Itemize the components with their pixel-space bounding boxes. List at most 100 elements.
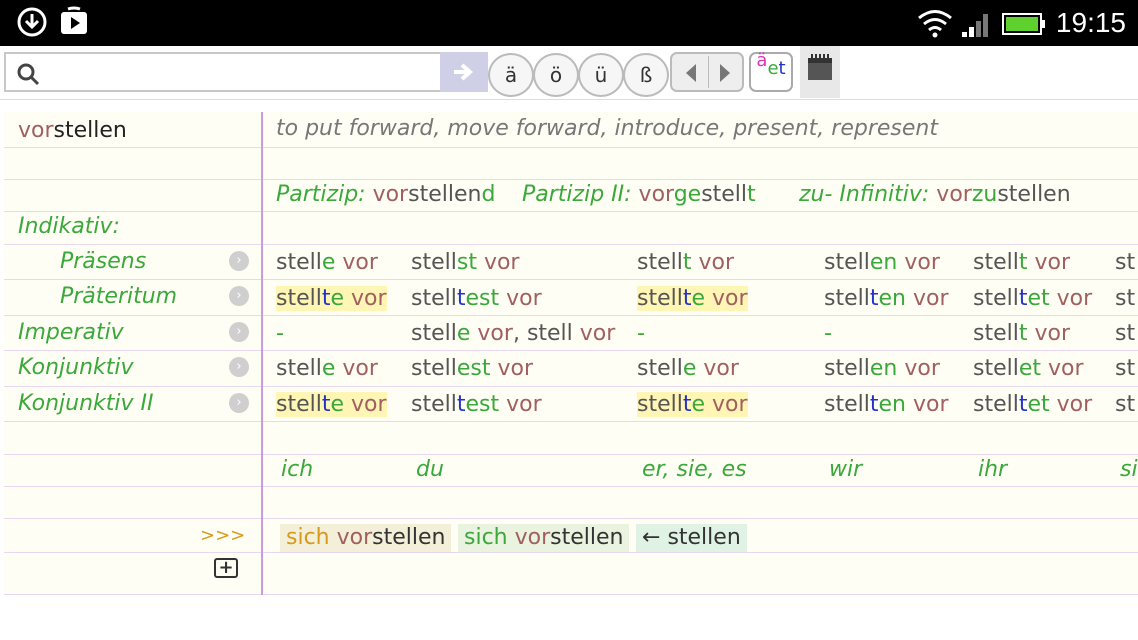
konjunktiv2-ich: stellte vor: [276, 392, 387, 417]
insert-a-umlaut-button[interactable]: ä: [488, 53, 534, 97]
related-stem: stellen: [372, 525, 446, 550]
search-input[interactable]: [46, 58, 436, 86]
calendar-icon: [808, 54, 832, 80]
add-button[interactable]: +: [214, 558, 238, 578]
conjugation-table: vorstellen to put forward, move forward,…: [4, 112, 1138, 595]
form-t: t: [869, 392, 879, 417]
headword: vorstellen: [18, 118, 127, 143]
partizip-stem: stellen: [408, 182, 482, 207]
pronoun-er-sie-es: er, sie, es: [642, 457, 747, 482]
row-spacer-3: [4, 487, 1138, 519]
expand-praesens-icon[interactable]: ›: [229, 251, 249, 271]
search-icon: [17, 63, 40, 86]
form-stem: stell: [824, 286, 870, 311]
form-stem: stell: [824, 392, 870, 417]
search-go-button[interactable]: [440, 52, 488, 92]
praesens-ich: stelle vor: [276, 250, 378, 275]
form-prefix: vor: [335, 250, 378, 275]
konjunktiv2-du: stelltest vor: [411, 392, 542, 417]
partizip: Partizip: vorstellend: [276, 182, 495, 207]
color-btn-e: e: [767, 58, 779, 79]
expand-konjunktiv2-icon[interactable]: ›: [229, 393, 249, 413]
color-coding-toggle[interactable]: äet: [749, 50, 793, 92]
related-base-verb[interactable]: ← stellen: [636, 524, 747, 552]
partizip-2-stem: stell: [701, 182, 748, 207]
battery-icon: [1002, 13, 1045, 35]
form-ending: et: [1027, 392, 1050, 417]
form-stem: stell: [637, 356, 683, 381]
partizip-2-ge: ge: [673, 182, 702, 207]
form-ending: est: [456, 356, 491, 381]
form-prefix: vor: [691, 250, 735, 275]
form-ending: st: [456, 250, 477, 275]
status-bar: 19:15: [0, 0, 1138, 46]
form-prefix: vor: [897, 356, 940, 381]
label-konjunktiv: Konjunktiv: [18, 355, 134, 380]
more-link[interactable]: >>>: [200, 525, 245, 546]
form-ending: est: [465, 392, 500, 417]
form-t: t: [682, 286, 692, 311]
forward-icon[interactable]: [716, 62, 734, 84]
form-t: t: [682, 392, 692, 417]
insert-eszett-button[interactable]: ß: [623, 53, 669, 97]
form-stem-2: stell: [526, 321, 573, 346]
insert-o-umlaut-button[interactable]: ö: [533, 53, 579, 97]
praeteritum-er: stellte vor: [637, 286, 748, 311]
form-ending: e: [682, 356, 697, 381]
arrow-right-icon: [454, 63, 474, 81]
related-arrow: ←: [642, 525, 668, 550]
form-ending: et: [1018, 356, 1042, 381]
form-t: t: [456, 286, 466, 311]
signal-icon: [962, 14, 988, 37]
partizip-2-prefix: vor: [638, 182, 674, 207]
expand-praeteritum-icon[interactable]: ›: [229, 286, 249, 306]
related-sich: sich: [464, 525, 515, 550]
row-spacer-2: [4, 422, 1138, 455]
form-stem: stell: [824, 356, 870, 381]
konjunktiv-sie: st: [1115, 356, 1136, 381]
search-box[interactable]: [4, 52, 444, 92]
praesens-ihr: stellt vor: [973, 250, 1070, 275]
form-stem: stell: [973, 356, 1019, 381]
pronoun-ich: ich: [281, 457, 314, 482]
zu-infinitiv-prefix: vor: [936, 182, 972, 207]
wifi-icon: [918, 10, 952, 38]
insert-u-umlaut-button[interactable]: ü: [578, 53, 624, 97]
expand-imperativ-icon[interactable]: ›: [229, 322, 249, 342]
calendar-button[interactable]: [800, 46, 840, 98]
praeteritum-du: stelltest vor: [411, 286, 542, 311]
form-prefix: vor: [499, 286, 542, 311]
download-icon: [17, 7, 47, 37]
form-prefix: vor: [1027, 321, 1071, 346]
praesens-er: stellt vor: [637, 250, 734, 275]
imperativ-sie: st: [1115, 321, 1136, 346]
label-praeteritum: Präteritum: [60, 284, 178, 309]
form-t: t: [321, 286, 331, 311]
related-stem: stellen: [667, 525, 741, 550]
konjunktiv2-wir: stellten vor: [824, 392, 949, 417]
pronoun-ihr: ihr: [978, 457, 1008, 482]
label-indikativ: Indikativ:: [18, 214, 120, 239]
praesens-du: stellst vor: [411, 250, 519, 275]
pronoun-sie: si: [1120, 457, 1138, 482]
form-prefix: vor: [344, 286, 387, 311]
partizip-label: Partizip:: [276, 182, 366, 207]
label-imperativ: Imperativ: [18, 320, 124, 345]
form-prefix: vor: [1049, 286, 1093, 311]
form-ending: e: [691, 286, 706, 311]
form-stem: stell: [637, 250, 683, 275]
related-reflexive-2[interactable]: sich vorstellen: [458, 524, 630, 552]
form-stem: stell: [411, 286, 457, 311]
back-icon[interactable]: [682, 62, 700, 84]
imperativ-ich: -: [276, 321, 284, 346]
related-reflexive-1[interactable]: sich vorstellen: [280, 524, 452, 552]
form-stem: stell: [411, 392, 457, 417]
expand-konjunktiv-icon[interactable]: ›: [229, 357, 249, 377]
konjunktiv2-sie: st: [1115, 392, 1136, 417]
pronoun-wir: wir: [829, 457, 863, 482]
form-stem: stell: [276, 286, 322, 311]
form-prefix: vor: [344, 392, 387, 417]
form-prefix: vor: [897, 250, 940, 275]
related-prefix: vor: [336, 525, 373, 550]
imperativ-ihr: stellt vor: [973, 321, 1070, 346]
